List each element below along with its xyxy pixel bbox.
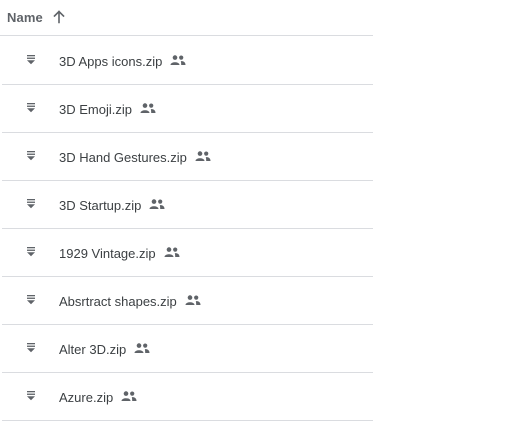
file-row[interactable]: Azure.zip bbox=[2, 373, 373, 421]
file-row[interactable]: 3D Hand Gestures.zip bbox=[2, 133, 373, 181]
file-name: Alter 3D.zip bbox=[59, 325, 150, 373]
file-name-label: Absrtract shapes.zip bbox=[59, 294, 177, 309]
people-icon bbox=[195, 151, 211, 161]
file-name: Azure.zip bbox=[59, 373, 137, 421]
zip-file-icon bbox=[27, 151, 35, 161]
file-name: 3D Emoji.zip bbox=[59, 85, 156, 133]
file-row[interactable]: 3D Apps icons.zip bbox=[2, 37, 373, 85]
file-list: Name 3D Apps icons.zip 3D Emoji.zip 3D H… bbox=[0, 0, 373, 421]
zip-file-icon bbox=[27, 391, 35, 401]
file-row[interactable]: 3D Emoji.zip bbox=[2, 85, 373, 133]
people-icon bbox=[140, 103, 156, 113]
people-icon bbox=[121, 391, 137, 401]
people-icon bbox=[170, 55, 186, 65]
people-icon bbox=[164, 247, 180, 257]
list-header: Name bbox=[0, 0, 373, 36]
zip-file-icon bbox=[27, 247, 35, 257]
arrow-upward-icon bbox=[53, 10, 65, 24]
file-row[interactable]: 1929 Vintage.zip bbox=[2, 229, 373, 277]
file-row[interactable]: 3D Startup.zip bbox=[2, 181, 373, 229]
file-name: Absrtract shapes.zip bbox=[59, 277, 201, 325]
file-name-label: 1929 Vintage.zip bbox=[59, 246, 156, 261]
people-icon bbox=[149, 199, 165, 209]
people-icon bbox=[185, 295, 201, 305]
file-name: 1929 Vintage.zip bbox=[59, 229, 180, 277]
name-column-header: Name bbox=[7, 9, 43, 25]
zip-file-icon bbox=[27, 343, 35, 353]
file-name: 3D Apps icons.zip bbox=[59, 37, 186, 85]
file-row[interactable]: Alter 3D.zip bbox=[2, 325, 373, 373]
file-name-label: 3D Apps icons.zip bbox=[59, 54, 163, 69]
zip-file-icon bbox=[27, 55, 35, 65]
name-sort-button[interactable]: Name bbox=[7, 4, 66, 30]
file-name: 3D Startup.zip bbox=[59, 181, 165, 229]
file-name-label: 3D Startup.zip bbox=[59, 198, 142, 213]
file-row[interactable]: Absrtract shapes.zip bbox=[2, 277, 373, 325]
people-icon bbox=[134, 343, 150, 353]
file-name-label: 3D Hand Gestures.zip bbox=[59, 150, 187, 165]
file-name-label: Azure.zip bbox=[59, 390, 114, 405]
file-name-label: 3D Emoji.zip bbox=[59, 102, 132, 117]
zip-file-icon bbox=[27, 295, 35, 305]
zip-file-icon bbox=[27, 103, 35, 113]
file-name: 3D Hand Gestures.zip bbox=[59, 133, 211, 181]
zip-file-icon bbox=[27, 199, 35, 209]
file-name-label: Alter 3D.zip bbox=[59, 342, 127, 357]
